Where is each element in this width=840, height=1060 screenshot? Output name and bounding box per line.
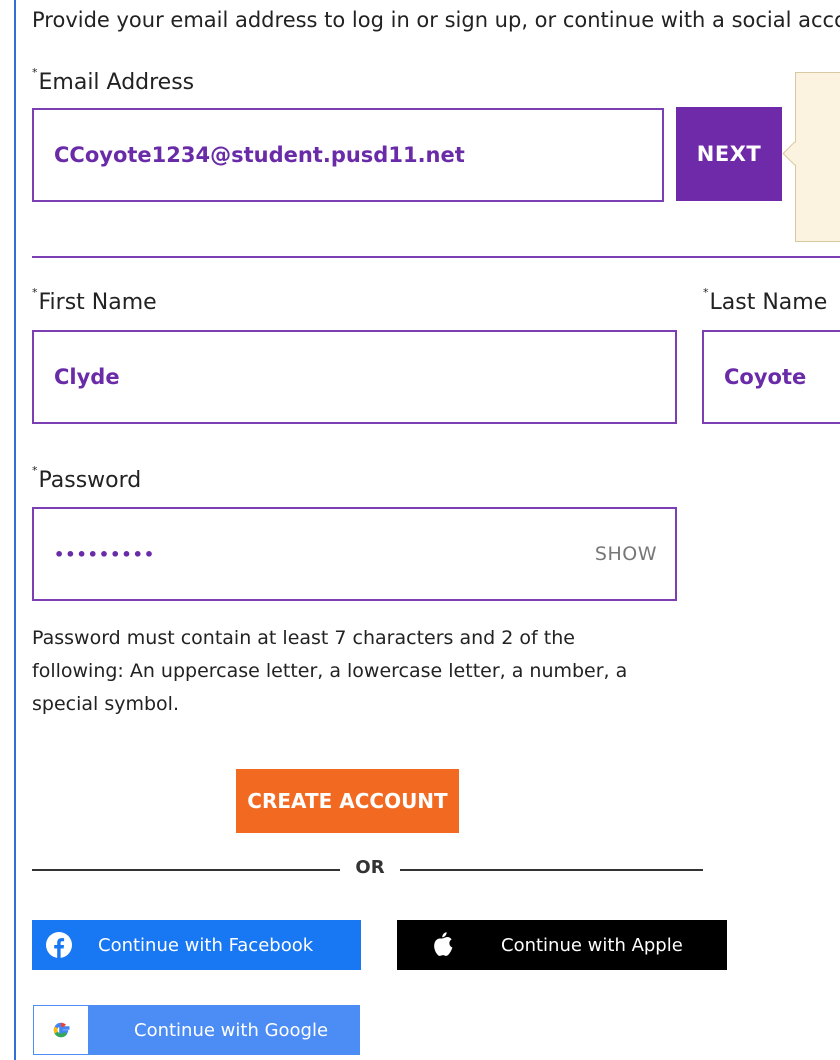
email-label: *Email Address [32,66,195,95]
last-name-label: *Last Name [703,286,828,315]
google-login-button[interactable]: Continue with Google [33,1005,360,1055]
email-input[interactable]: CCoyote1234@student.pusd11.net [32,108,664,202]
tooltip-popover [782,72,840,242]
facebook-login-label: Continue with Facebook [98,934,314,956]
required-mark: * [703,286,709,299]
google-login-label: Continue with Google [134,1019,329,1041]
password-label: *Password [32,464,142,493]
required-mark: * [32,66,38,79]
or-divider-left [32,869,340,871]
first-name-label: *First Name [32,286,157,315]
apple-login-button[interactable]: Continue with Apple [397,920,727,970]
next-button[interactable]: NEXT [676,107,782,201]
first-name-input[interactable]: Clyde [32,330,677,424]
facebook-login-button[interactable]: Continue with Facebook [32,920,361,970]
google-icon [34,1006,88,1054]
or-label: OR [355,857,385,878]
apple-login-label: Continue with Apple [501,934,683,956]
apple-icon [415,930,469,960]
last-name-input[interactable]: Coyote [702,330,840,424]
password-input[interactable]: ••••••••• SHOW [32,507,677,601]
required-mark: * [32,286,38,299]
password-hint: Password must contain at least 7 charact… [32,627,628,715]
required-mark: * [32,464,38,477]
intro-text: Provide your email address to log in or … [32,8,840,32]
facebook-icon [32,931,86,959]
create-account-button[interactable]: CREATE ACCOUNT [236,769,459,833]
or-divider-right [400,869,703,871]
section-divider [32,256,840,258]
show-password-button[interactable]: SHOW [595,509,657,599]
